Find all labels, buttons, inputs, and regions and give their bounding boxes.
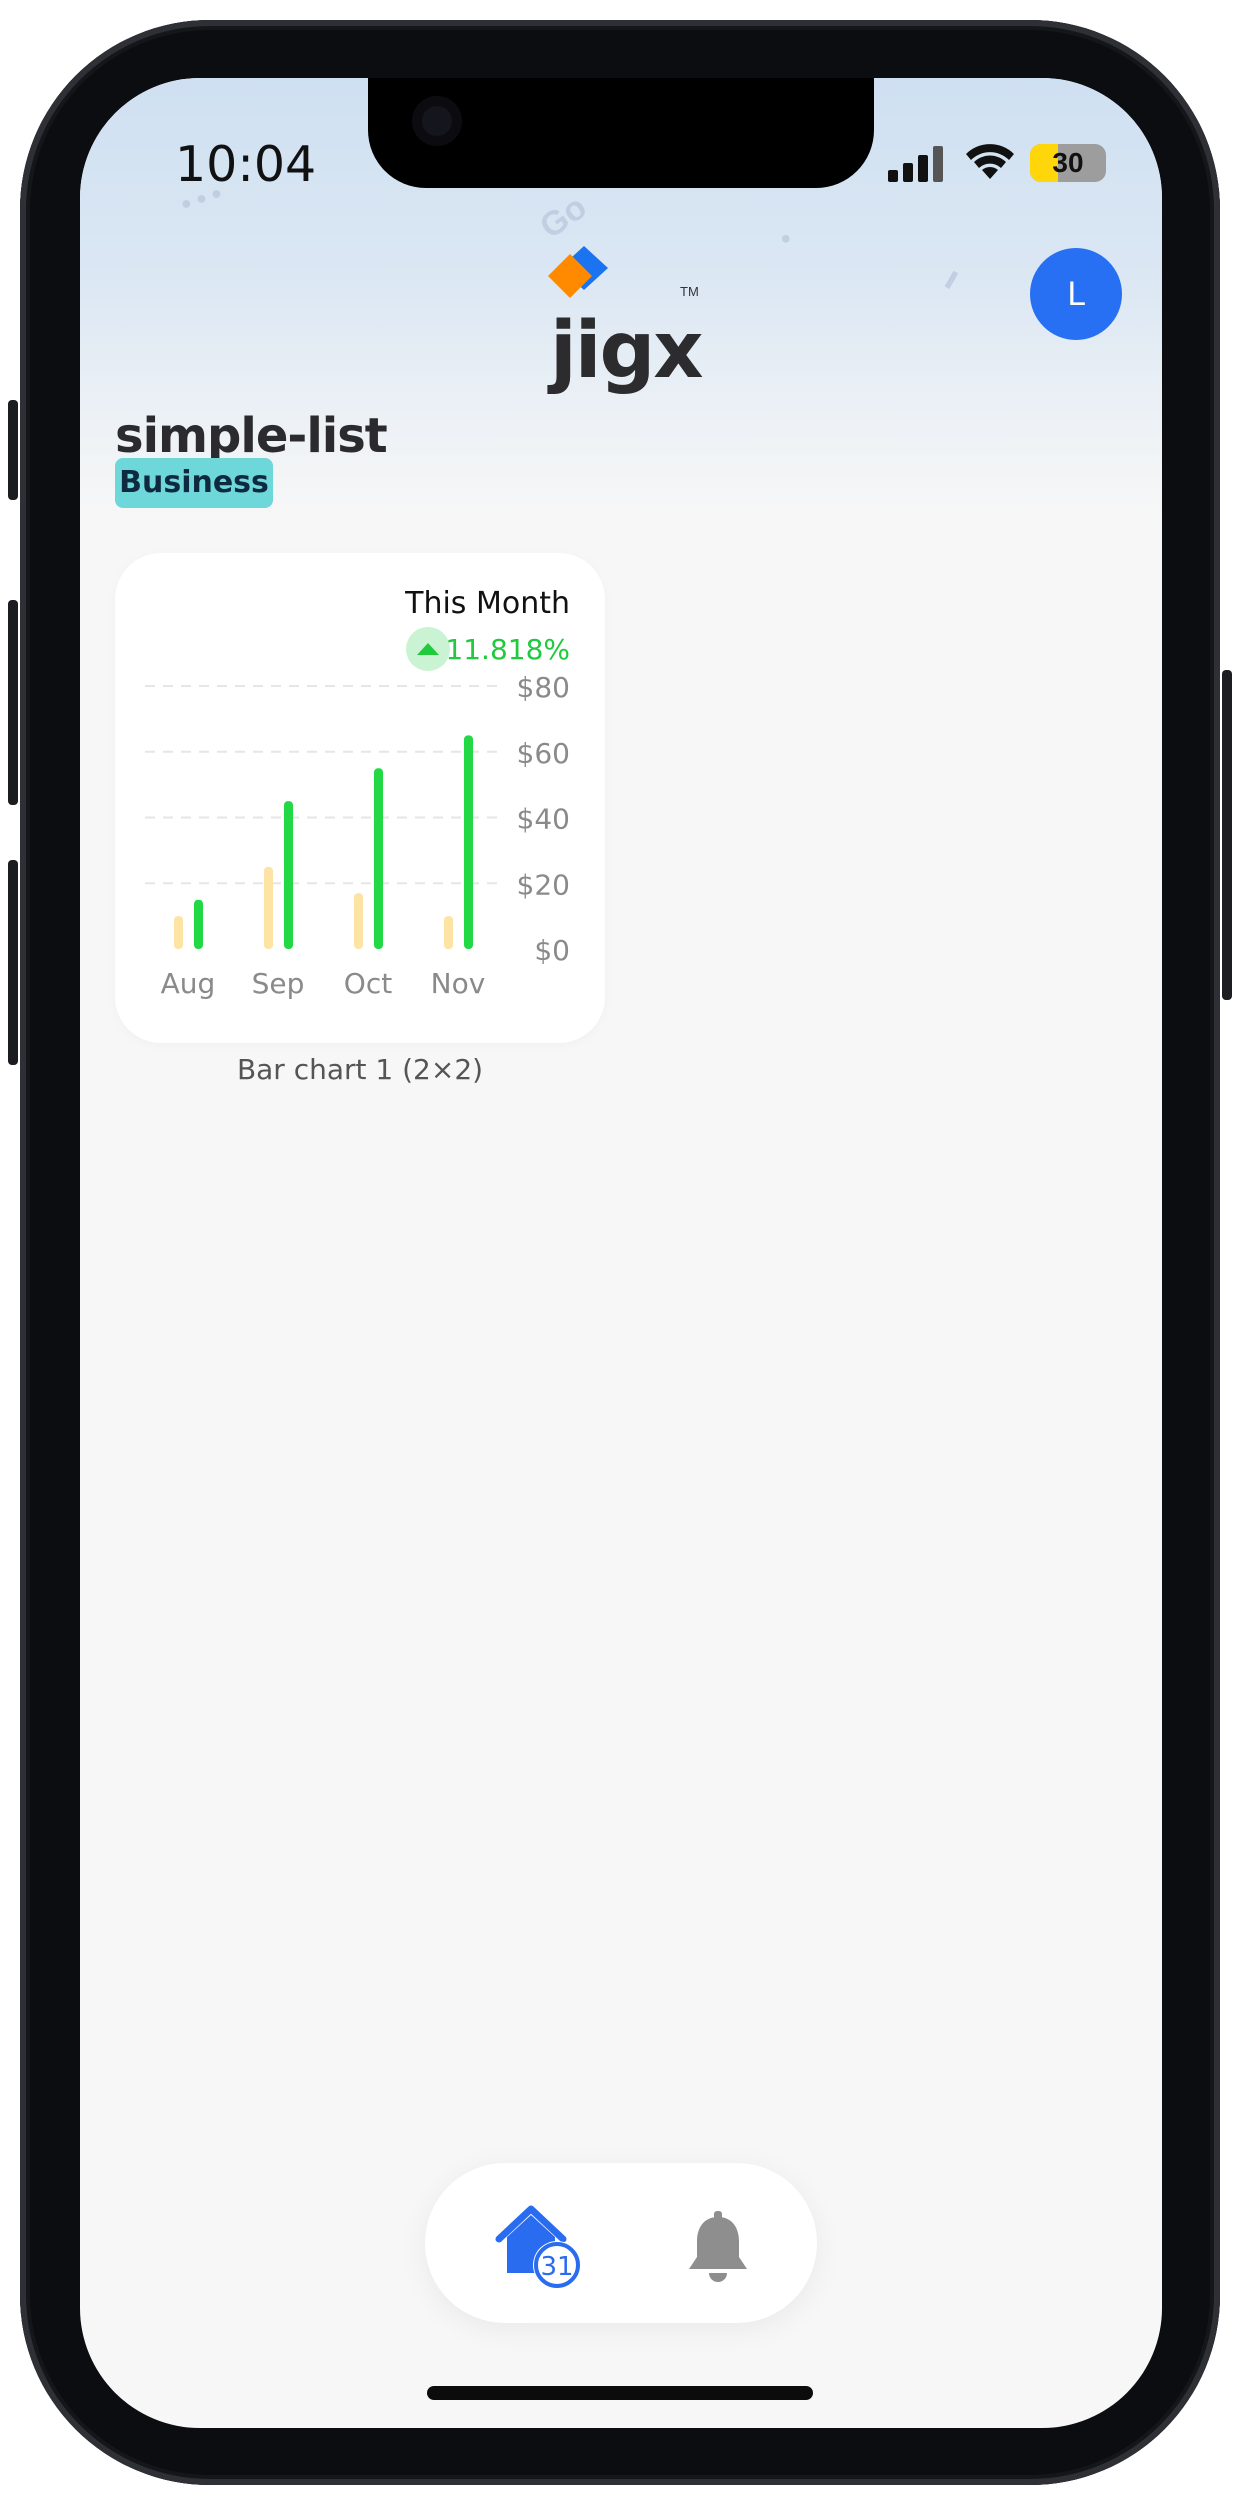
category-tag: Business (115, 458, 273, 508)
bar-chart: This Month 11.818% $80 $60 $40 $20 $0 Aug Sep Oct… (145, 586, 570, 1000)
app-logo: jigx (550, 306, 704, 396)
bar-previous (174, 916, 183, 949)
tab-bar: 31 (425, 2163, 817, 2323)
bar-previous (444, 916, 453, 949)
wifi-icon (966, 144, 1014, 179)
widget-caption: Bar chart 1 (2×2) (236, 1053, 484, 1086)
chart-headline: This Month (404, 586, 570, 621)
page-title: simple-list (115, 408, 388, 464)
bar-current (374, 768, 383, 949)
home-tab-icon[interactable]: 31 (493, 2203, 588, 2293)
bar-previous (354, 893, 363, 949)
x-tick-label: Oct (344, 967, 392, 1000)
screen: ● ● ● Go ● ▬ 10:04 30 jigx TM L simple-l… (80, 78, 1162, 2428)
status-time: 10:04 (175, 136, 317, 193)
cellular-signal-icon (888, 146, 943, 182)
y-tick-label: $40 (517, 803, 570, 836)
chart-change-value: 11.818% (445, 633, 570, 666)
bar-chart-widget[interactable]: This Month 11.818% $80 $60 $40 $20 $0 Aug Sep Oct… (115, 553, 605, 1043)
bell-tab-icon[interactable] (683, 2209, 753, 2287)
home-badge-count: 31 (540, 2252, 573, 2282)
bar-previous (264, 866, 273, 949)
logo-trademark: TM (680, 284, 699, 299)
volume-up-button (8, 600, 18, 805)
battery-percent: 30 (1052, 147, 1084, 178)
y-tick-label: $60 (517, 737, 570, 770)
x-tick-label: Aug (161, 967, 216, 1000)
home-indicator[interactable] (427, 2386, 813, 2400)
bar-current (464, 735, 473, 949)
y-tick-label: $0 (534, 934, 570, 967)
front-camera (412, 96, 462, 146)
bar-current (284, 801, 293, 949)
volume-down-button (8, 860, 18, 1065)
y-tick-label: $20 (517, 868, 570, 901)
battery-indicator: 30 (1030, 144, 1106, 182)
jigx-logo-icon (548, 246, 608, 298)
action-button (8, 400, 18, 500)
y-tick-label: $80 (517, 671, 570, 704)
bar-current (194, 899, 203, 949)
x-tick-label: Nov (431, 967, 486, 1000)
x-tick-label: Sep (252, 967, 305, 1000)
user-avatar[interactable]: L (1030, 248, 1122, 340)
power-button (1222, 670, 1232, 1000)
